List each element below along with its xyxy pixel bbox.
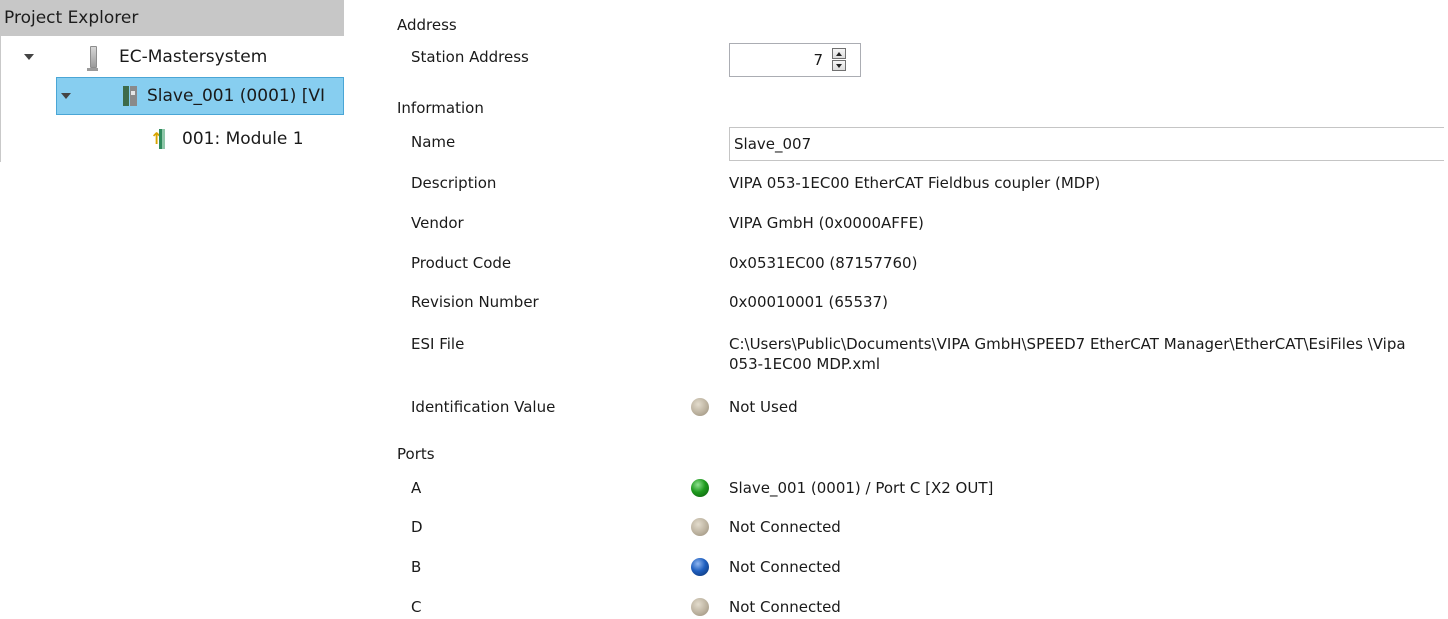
port-c-value: Not Connected	[729, 598, 841, 616]
name-field[interactable]	[729, 127, 1444, 161]
product-code-label: Product Code	[411, 254, 512, 272]
master-system-icon	[87, 46, 98, 71]
esi-file-label: ESI File	[411, 335, 465, 353]
section-information: Information	[397, 99, 484, 117]
port-d-value: Not Connected	[729, 518, 841, 536]
tree-item-master[interactable]: EC-Mastersystem	[24, 38, 344, 76]
port-d-status-icon	[691, 518, 709, 536]
tree-item-master-label: EC-Mastersystem	[119, 47, 268, 67]
port-a-value: Slave_001 (0001) / Port C [X2 OUT]	[729, 479, 994, 497]
station-address-stepper[interactable]: 7	[729, 43, 861, 77]
vendor-value: VIPA GmbH (0x0000AFFE)	[729, 214, 924, 232]
expand-caret-icon[interactable]	[24, 54, 34, 60]
port-a-status-icon	[691, 479, 709, 497]
tree-item-module-label: 001: Module 1	[182, 129, 304, 149]
spin-up-icon[interactable]	[832, 48, 846, 59]
module-io-icon: ↑	[150, 129, 165, 149]
station-address-value: 7	[813, 51, 823, 69]
tree-item-slave-selected[interactable]: Slave_001 (0001) [VI	[56, 77, 344, 115]
project-explorer: Project Explorer EC-Mastersystem Slave_0…	[0, 0, 344, 162]
description-value: VIPA 053-1EC00 EtherCAT Fieldbus coupler…	[729, 174, 1101, 192]
port-b-value: Not Connected	[729, 558, 841, 576]
tree-item-slave-label: Slave_001 (0001) [VI	[147, 86, 326, 106]
name-label: Name	[411, 133, 456, 151]
product-code-value: 0x0531EC00 (87157760)	[729, 254, 918, 272]
port-c-status-icon	[691, 598, 709, 616]
vendor-label: Vendor	[411, 214, 464, 232]
expand-caret-icon[interactable]	[61, 93, 71, 99]
revision-number-label: Revision Number	[411, 293, 539, 311]
port-d-label: D	[411, 518, 423, 536]
tree-item-module[interactable]: ↑ 001: Module 1	[150, 120, 344, 158]
esi-file-value: C:\Users\Public\Documents\VIPA GmbH\SPEE…	[729, 335, 1406, 373]
description-label: Description	[411, 174, 497, 192]
identification-value: Not Used	[729, 398, 798, 416]
port-b-label: B	[411, 558, 422, 576]
port-b-status-icon	[691, 558, 709, 576]
spin-down-icon[interactable]	[832, 60, 846, 71]
section-ports: Ports	[397, 445, 435, 463]
project-explorer-title: Project Explorer	[0, 0, 344, 36]
identification-value-label: Identification Value	[411, 398, 556, 416]
identification-status-icon	[691, 398, 709, 416]
station-address-label: Station Address	[411, 48, 529, 66]
port-a-label: A	[411, 479, 422, 497]
section-address: Address	[397, 16, 457, 34]
port-c-label: C	[411, 598, 422, 616]
explorer-divider	[0, 36, 1, 162]
slave-device-icon	[123, 86, 137, 106]
revision-number-value: 0x00010001 (65537)	[729, 293, 888, 311]
